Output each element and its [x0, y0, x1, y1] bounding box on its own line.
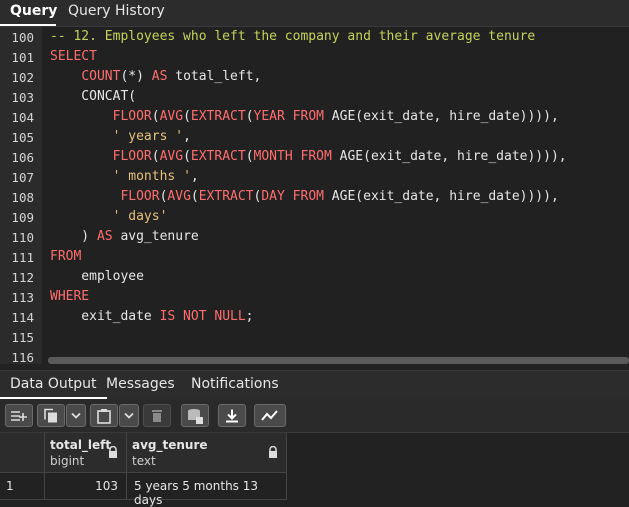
row-number: 1 [6, 479, 14, 493]
table-cell[interactable]: 5 years 5 months 13 days [127, 473, 287, 507]
lock-icon [269, 446, 277, 458]
add-row-icon [11, 410, 27, 421]
output-tab-bar: Data Output Messages Notifications [0, 370, 629, 399]
line-number: 102 [11, 70, 34, 85]
dropdown-icon [124, 412, 134, 419]
line-number: 113 [11, 290, 34, 305]
line-number: 114 [11, 310, 34, 325]
paste-options-dropdown[interactable] [119, 404, 139, 427]
tab-notifications-label: Notifications [191, 376, 279, 392]
row-header-corner [0, 433, 45, 473]
line-number: 100 [11, 30, 34, 45]
tab-messages-label: Messages [106, 376, 175, 392]
table-cell[interactable]: 103 [45, 473, 127, 500]
line-number: 104 [11, 110, 34, 125]
line-number: 109 [11, 210, 34, 225]
horizontal-scrollbar[interactable] [48, 357, 629, 364]
cell-total-left: 103 [95, 479, 118, 493]
paste-button[interactable] [90, 404, 118, 427]
code-line[interactable]: FLOOR(AVG(EXTRACT(DAY FROM AGE(exit_date… [50, 189, 558, 204]
download-button[interactable] [218, 404, 246, 427]
tab-notifications[interactable]: Notifications [181, 371, 289, 399]
graph-visualiser-button[interactable] [254, 404, 286, 427]
save-data-button[interactable] [181, 404, 209, 427]
query-tab-bar: Query Query History [0, 0, 629, 27]
data-output-toolbar [0, 399, 629, 433]
copy-button[interactable] [37, 404, 65, 427]
code-line[interactable]: SELECT [50, 49, 97, 64]
save-data-icon [188, 408, 203, 424]
code-line[interactable]: FLOOR(AVG(EXTRACT(YEAR FROM AGE(exit_dat… [50, 109, 559, 124]
lock-icon [109, 446, 117, 458]
code-line[interactable]: FLOOR(AVG(EXTRACT(MONTH FROM AGE(exit_da… [50, 149, 567, 164]
delete-icon [152, 409, 162, 422]
column-header-avg-tenure[interactable]: avg_tenure text [127, 433, 287, 473]
delete-button[interactable] [143, 404, 171, 427]
column-name: avg_tenure [132, 438, 208, 452]
code-line[interactable]: COUNT(*) AS total_left, [50, 69, 261, 84]
dropdown-icon [71, 412, 81, 419]
code-line[interactable]: exit_date IS NOT NULL; [50, 309, 253, 324]
results-grid: total_left bigint avg_tenure text 1 103 … [0, 433, 629, 507]
line-number: 111 [11, 250, 34, 265]
cell-avg-tenure: 5 years 5 months 13 days [134, 479, 259, 507]
code-line[interactable]: -- 12. Employees who left the company an… [50, 29, 535, 44]
tab-data-output-label: Data Output [10, 376, 97, 392]
tab-query-label: Query [10, 3, 58, 19]
line-number: 110 [11, 230, 34, 245]
row-number-cell[interactable]: 1 [0, 473, 45, 500]
line-number: 103 [11, 90, 34, 105]
line-number: 115 [11, 330, 34, 345]
tab-query-history[interactable]: Query History [58, 0, 175, 26]
code-line[interactable]: ' years ', [50, 129, 191, 144]
line-number: 107 [11, 170, 34, 185]
tab-messages[interactable]: Messages [96, 371, 185, 399]
column-type: bigint [50, 454, 85, 468]
line-number: 116 [11, 350, 34, 364]
line-number: 105 [11, 130, 34, 145]
tab-query[interactable]: Query [0, 0, 58, 26]
download-icon [226, 409, 238, 422]
copy-options-dropdown[interactable] [66, 404, 86, 427]
sql-editor[interactable]: 100 101 102 103 104 105 106 107 108 109 … [0, 27, 629, 364]
code-line[interactable]: CONCAT( [50, 89, 136, 104]
column-type: text [132, 454, 156, 468]
add-row-button[interactable] [5, 404, 33, 427]
code-line[interactable]: WHERE [50, 289, 89, 304]
copy-icon [44, 408, 57, 422]
tab-query-history-label: Query History [68, 3, 165, 19]
column-name: total_left [50, 438, 112, 452]
code-line[interactable]: FROM [50, 249, 81, 264]
line-number: 108 [11, 190, 34, 205]
code-line[interactable]: employee [50, 269, 144, 284]
code-line[interactable]: ) AS avg_tenure [50, 229, 198, 244]
tab-data-output[interactable]: Data Output [0, 371, 107, 399]
graph-icon [261, 409, 278, 421]
paste-icon [97, 408, 111, 424]
line-number: 106 [11, 150, 34, 165]
code-line[interactable]: ' days' [50, 209, 168, 224]
code-line[interactable]: ' months ', [50, 169, 199, 184]
line-number: 101 [11, 50, 34, 65]
column-header-total-left[interactable]: total_left bigint [45, 433, 127, 473]
line-number-gutter: 100 101 102 103 104 105 106 107 108 109 … [0, 27, 42, 364]
line-number: 112 [11, 270, 34, 285]
